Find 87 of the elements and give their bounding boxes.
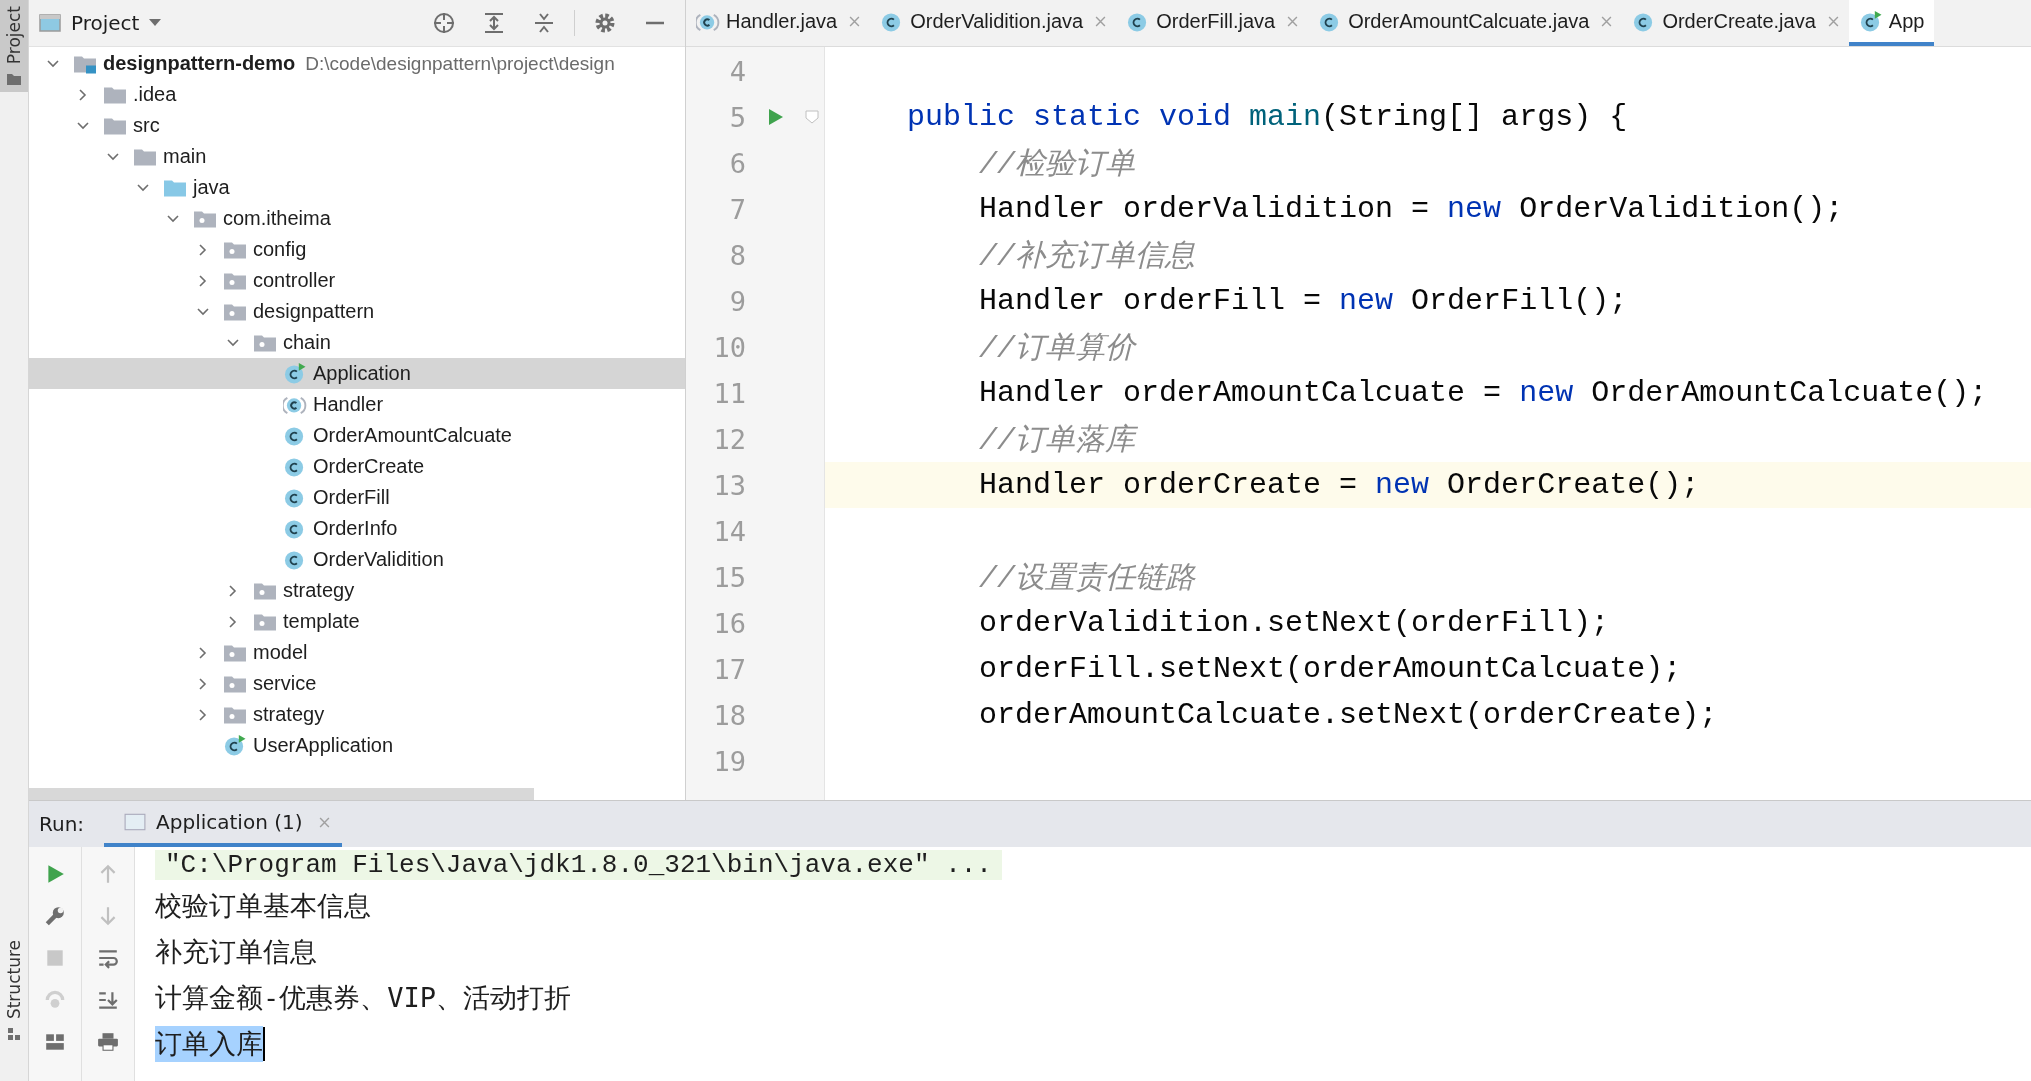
console-output: 计算金额-优惠券、VIP、活动打折	[155, 981, 572, 1015]
scrollbar[interactable]	[29, 788, 534, 800]
code-comment: //订单算价	[978, 330, 1136, 368]
code-line: orderValidition.setNext(orderFill);	[978, 606, 1610, 640]
line-number: 10	[712, 331, 747, 363]
print-icon[interactable]	[97, 1031, 119, 1053]
tree-item[interactable]: OrderAmountCalcuate	[313, 424, 512, 447]
tree-item[interactable]: java	[193, 176, 230, 199]
locate-icon[interactable]	[432, 11, 456, 35]
tree-item[interactable]: designpattern-demo	[103, 52, 296, 75]
line-number: 16	[712, 607, 747, 639]
tree-item[interactable]: OrderValidition	[313, 548, 444, 571]
tree-item[interactable]: com.itheima	[223, 207, 331, 230]
tree-item[interactable]: Handler	[313, 393, 384, 416]
tree-item[interactable]: strategy	[283, 579, 355, 602]
tree-item[interactable]: designpattern	[253, 300, 375, 323]
tree-item[interactable]: service	[253, 672, 317, 695]
structure-icon	[6, 1027, 22, 1041]
editor-tab[interactable]: OrderValidition.java	[870, 0, 1117, 46]
soft-wrap-icon[interactable]	[97, 947, 119, 969]
code-line: Handler orderCreate = new OrderCreate();	[978, 468, 1700, 502]
tree-item[interactable]: src	[133, 114, 160, 137]
panel-title[interactable]: Project	[71, 11, 140, 35]
panel-icon	[39, 14, 61, 32]
wrench-icon[interactable]	[44, 905, 66, 927]
tree-item[interactable]: model	[253, 641, 308, 664]
editor-tab[interactable]: OrderCreate.java	[1622, 0, 1849, 46]
abstract-class-icon	[283, 394, 307, 415]
code-comment: //订单落库	[978, 422, 1136, 460]
console-command: "C:\Program Files\Java\jdk1.8.0_321\bin\java.exe" ...	[155, 850, 1002, 880]
folder-icon	[6, 72, 22, 87]
tree-item[interactable]: config	[253, 238, 307, 261]
code-line: orderAmountCalcuate.setNext(orderCreate);	[978, 698, 1718, 732]
line-number: 13	[712, 469, 747, 501]
line-number: 15	[712, 561, 747, 593]
runnable-class-icon	[223, 735, 247, 756]
console-output: 订单入库	[155, 1026, 263, 1062]
tree-item[interactable]: main	[163, 145, 207, 168]
line-number: 18	[712, 699, 747, 731]
dropdown-caret-icon[interactable]	[149, 19, 162, 27]
code-line: Handler orderValidition = new OrderValidition();	[978, 192, 1844, 226]
editor-tab[interactable]: Handler.java	[686, 0, 871, 46]
expand-all-icon[interactable]	[482, 11, 506, 35]
tree-item[interactable]: strategy	[253, 703, 325, 726]
structure-tool-tab[interactable]: Structure	[4, 939, 24, 1019]
layout-icon[interactable]	[44, 1031, 66, 1053]
scroll-to-end-icon[interactable]	[97, 989, 119, 1011]
run-label: Run:	[38, 811, 86, 838]
code-comment: //补充订单信息	[978, 238, 1196, 276]
line-number: 4	[728, 55, 747, 87]
line-number: 14	[712, 515, 747, 547]
tree-item[interactable]: OrderFill	[313, 486, 390, 509]
tree-item[interactable]: OrderInfo	[313, 517, 398, 540]
tree-item[interactable]: Application	[313, 362, 411, 385]
line-number: 7	[728, 193, 747, 225]
tree-item[interactable]: template	[283, 610, 360, 633]
line-number: 11	[712, 377, 747, 409]
line-number: 8	[728, 239, 747, 271]
line-number: 6	[728, 147, 747, 179]
code-comment: //检验订单	[978, 146, 1136, 184]
line-number: 9	[728, 285, 747, 317]
project-path: D:\code\designpattern\project\design	[305, 52, 615, 75]
tree-item[interactable]: chain	[283, 331, 331, 354]
console-output: 补充订单信息	[155, 935, 317, 969]
tree-item[interactable]: .idea	[133, 83, 177, 106]
line-number: 12	[712, 423, 747, 455]
editor-tab[interactable]: OrderAmountCalcuate.java	[1308, 0, 1623, 46]
collapse-all-icon[interactable]	[532, 11, 556, 35]
code-line: public static void main(String[] args) {	[906, 100, 1628, 134]
tree-item[interactable]: UserApplication	[253, 734, 394, 757]
tree-item[interactable]: OrderCreate	[313, 455, 425, 478]
console-output: 校验订单基本信息	[155, 889, 371, 923]
run-icon[interactable]	[768, 108, 784, 126]
line-number: 19	[712, 745, 747, 777]
code-line: orderFill.setNext(orderAmountCalcuate);	[978, 652, 1682, 686]
console-icon	[124, 813, 147, 831]
line-number: 5	[728, 101, 747, 133]
tree-item[interactable]: controller	[253, 269, 336, 292]
runnable-class-icon	[283, 363, 307, 384]
settings-icon[interactable]	[593, 11, 617, 35]
code-comment: //设置责任链路	[978, 560, 1196, 598]
code-line: Handler orderAmountCalcuate = new OrderAmountCalcuate();	[978, 376, 1988, 410]
editor-tab[interactable]: App	[1848, 0, 1935, 46]
line-number: 17	[712, 653, 747, 685]
code-line: Handler orderFill = new OrderFill();	[978, 284, 1628, 318]
editor-tab[interactable]: OrderFill.java	[1116, 0, 1309, 46]
runnable-class-icon	[1858, 10, 1883, 32]
